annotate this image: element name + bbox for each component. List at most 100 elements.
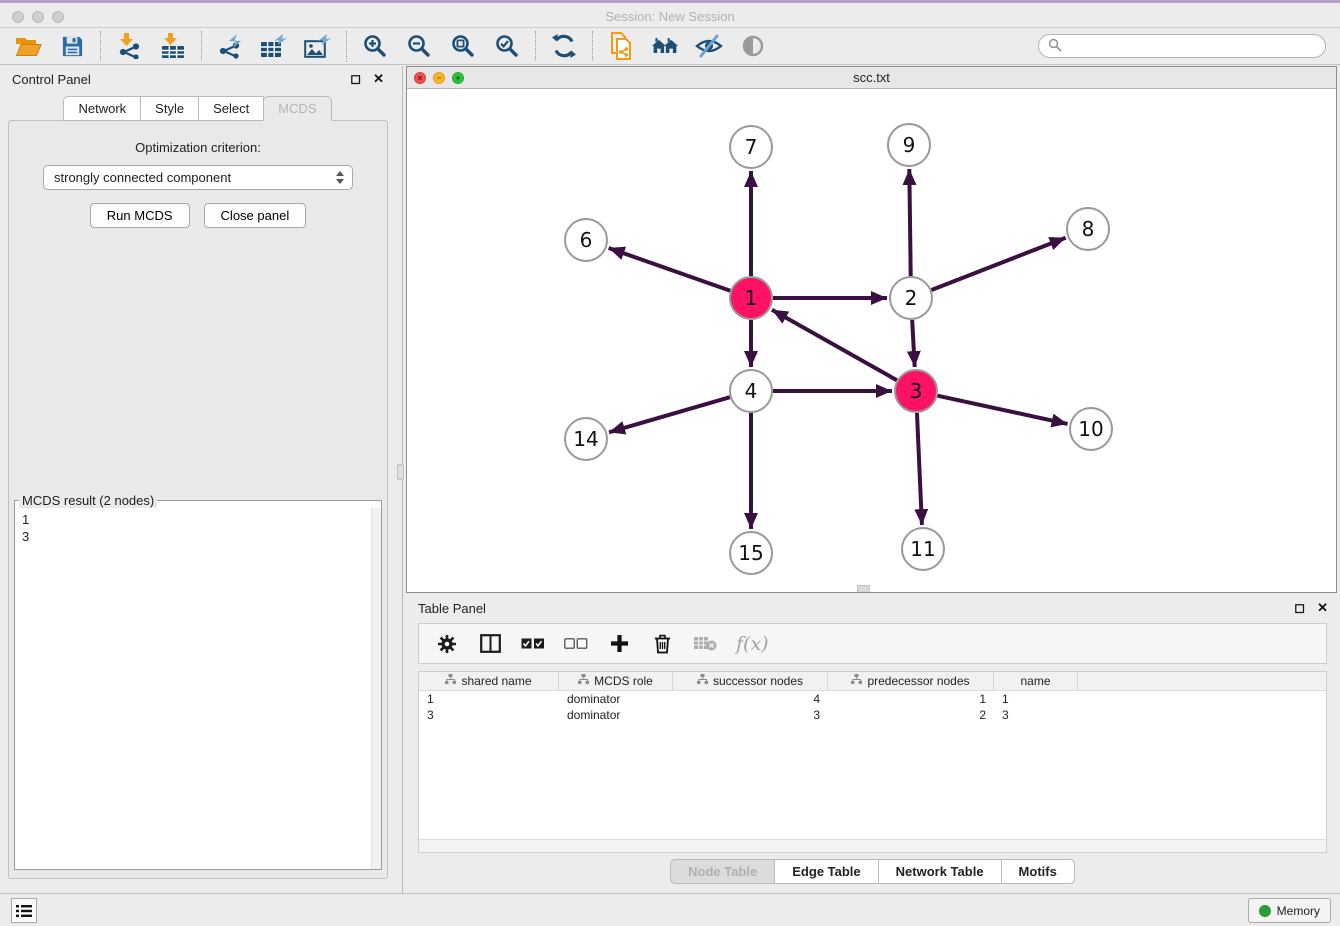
show-all-icon[interactable] <box>739 32 767 60</box>
network-graph[interactable]: 7 9 6 8 1 2 4 3 14 10 15 11 <box>407 89 1336 592</box>
unselect-all-columns-icon[interactable] <box>564 632 588 656</box>
cell-MCDS-role[interactable]: dominator <box>559 692 673 706</box>
tab-node-table[interactable]: Node Table <box>670 859 775 884</box>
attribute-type-icon <box>697 674 708 688</box>
birdseye-handle-icon[interactable] <box>857 585 870 592</box>
table-settings-icon[interactable] <box>435 632 459 656</box>
network-minimize-icon[interactable]: − <box>433 72 445 84</box>
cell-shared-name[interactable]: 3 <box>419 708 559 722</box>
search-field[interactable] <box>1038 34 1326 58</box>
edge-2-9[interactable] <box>909 169 910 276</box>
edge-3-1[interactable] <box>772 310 897 380</box>
memory-button[interactable]: Memory <box>1248 898 1331 923</box>
network-canvas[interactable]: 7 9 6 8 1 2 4 3 14 10 15 11 <box>407 89 1336 592</box>
tab-mcds[interactable]: MCDS <box>263 96 331 121</box>
control-panel: Control Panel ◻ ✕ NetworkStyleSelectMCDS… <box>0 66 396 893</box>
close-table-panel-icon[interactable]: ✕ <box>1317 600 1328 616</box>
edge-3-10[interactable] <box>937 396 1067 424</box>
cell-name[interactable]: 3 <box>994 708 1078 722</box>
select-all-columns-icon[interactable] <box>521 632 545 656</box>
apply-layout-icon[interactable] <box>550 32 578 60</box>
import-table-icon[interactable] <box>159 32 187 60</box>
float-table-panel-icon[interactable]: ◻ <box>1294 600 1305 616</box>
column-header-successor-nodes[interactable]: successor nodes <box>673 672 828 690</box>
column-label: MCDS role <box>594 674 653 688</box>
save-session-icon[interactable] <box>58 32 86 60</box>
zoom-fit-icon[interactable] <box>449 32 477 60</box>
zoom-selected-icon[interactable] <box>493 32 521 60</box>
tab-style[interactable]: Style <box>140 96 199 121</box>
cell-predecessor-nodes[interactable]: 1 <box>828 692 994 706</box>
float-panel-icon[interactable]: ◻ <box>350 71 361 87</box>
node-4[interactable]: 4 <box>730 370 772 412</box>
table-body: 1dominator4113dominator323 <box>419 691 1326 723</box>
create-column-icon[interactable] <box>607 632 631 656</box>
node-11[interactable]: 11 <box>902 528 944 570</box>
cell-successor-nodes[interactable]: 3 <box>673 708 828 722</box>
node-14[interactable]: 14 <box>565 418 607 460</box>
delete-column-icon[interactable] <box>650 632 674 656</box>
node-1[interactable]: 1 <box>730 277 772 319</box>
node-9[interactable]: 9 <box>888 124 930 166</box>
task-history-button[interactable] <box>11 898 37 923</box>
close-panel-icon[interactable]: ✕ <box>373 71 384 87</box>
export-network-icon[interactable] <box>216 32 244 60</box>
table-row[interactable]: 1dominator411 <box>419 691 1326 707</box>
panel-splitter[interactable] <box>396 66 406 893</box>
edge-3-11[interactable] <box>917 413 922 525</box>
table-hscrollbar[interactable] <box>419 839 1326 852</box>
export-image-icon[interactable] <box>304 32 332 60</box>
network-maximize-icon[interactable]: + <box>452 72 464 84</box>
show-columns-icon[interactable] <box>478 632 502 656</box>
tab-network-table[interactable]: Network Table <box>878 859 1002 884</box>
node-3[interactable]: 3 <box>895 370 937 412</box>
first-neighbors-icon[interactable] <box>651 32 679 60</box>
zoom-in-icon[interactable] <box>361 32 389 60</box>
tab-network[interactable]: Network <box>63 96 141 121</box>
optimization-criterion-select[interactable]: strongly connected component <box>43 165 353 190</box>
tab-motifs[interactable]: Motifs <box>1001 859 1075 884</box>
table-row[interactable]: 3dominator323 <box>419 707 1326 723</box>
window-titlebar: Session: New Session <box>0 0 1340 28</box>
splitter-grip[interactable] <box>397 464 404 480</box>
node-15[interactable]: 15 <box>730 532 772 574</box>
node-2[interactable]: 2 <box>890 277 932 319</box>
node-8[interactable]: 8 <box>1067 208 1109 250</box>
cell-name[interactable]: 1 <box>994 692 1078 706</box>
cell-MCDS-role[interactable]: dominator <box>559 708 673 722</box>
zoom-out-icon[interactable] <box>405 32 433 60</box>
node-7[interactable]: 7 <box>730 126 772 168</box>
column-header-MCDS-role[interactable]: MCDS role <box>559 672 673 690</box>
mcds-panel: Optimization criterion: strongly connect… <box>8 120 388 879</box>
node-6[interactable]: 6 <box>565 219 607 261</box>
cell-successor-nodes[interactable]: 4 <box>673 692 828 706</box>
column-header-predecessor-nodes[interactable]: predecessor nodes <box>828 672 994 690</box>
node-10[interactable]: 10 <box>1070 408 1112 450</box>
tab-edge-table[interactable]: Edge Table <box>774 859 878 884</box>
memory-status-icon <box>1259 905 1271 917</box>
open-session-icon[interactable] <box>14 32 42 60</box>
tab-select[interactable]: Select <box>198 96 264 121</box>
network-close-icon[interactable]: × <box>414 72 426 84</box>
mcds-result-scrollbar[interactable] <box>371 508 381 869</box>
run-mcds-button[interactable]: Run MCDS <box>90 203 190 228</box>
column-header-shared-name[interactable]: shared name <box>419 672 559 690</box>
cell-predecessor-nodes[interactable]: 2 <box>828 708 994 722</box>
hide-selected-icon[interactable] <box>695 32 723 60</box>
cell-shared-name[interactable]: 1 <box>419 692 559 706</box>
edge-4-14[interactable] <box>609 397 730 432</box>
mcds-result-text: 1 3 <box>15 508 371 869</box>
node-table[interactable]: shared name MCDS role successor nodesprede… <box>418 671 1327 853</box>
search-input[interactable] <box>1068 39 1316 54</box>
edge-2-8[interactable] <box>931 238 1065 290</box>
edge-2-3[interactable] <box>912 320 915 367</box>
column-header-name[interactable]: name <box>994 672 1078 690</box>
import-network-icon[interactable] <box>115 32 143 60</box>
node-label-6: 6 <box>580 228 593 252</box>
edge-1-6[interactable] <box>609 248 731 291</box>
close-panel-button[interactable]: Close panel <box>204 203 307 228</box>
new-network-from-selection-icon[interactable] <box>607 32 635 60</box>
network-window-titlebar[interactable]: × − + scc.txt <box>407 67 1336 89</box>
export-table-icon[interactable] <box>260 32 288 60</box>
table-header: shared name MCDS role successor nodesprede… <box>419 672 1326 691</box>
